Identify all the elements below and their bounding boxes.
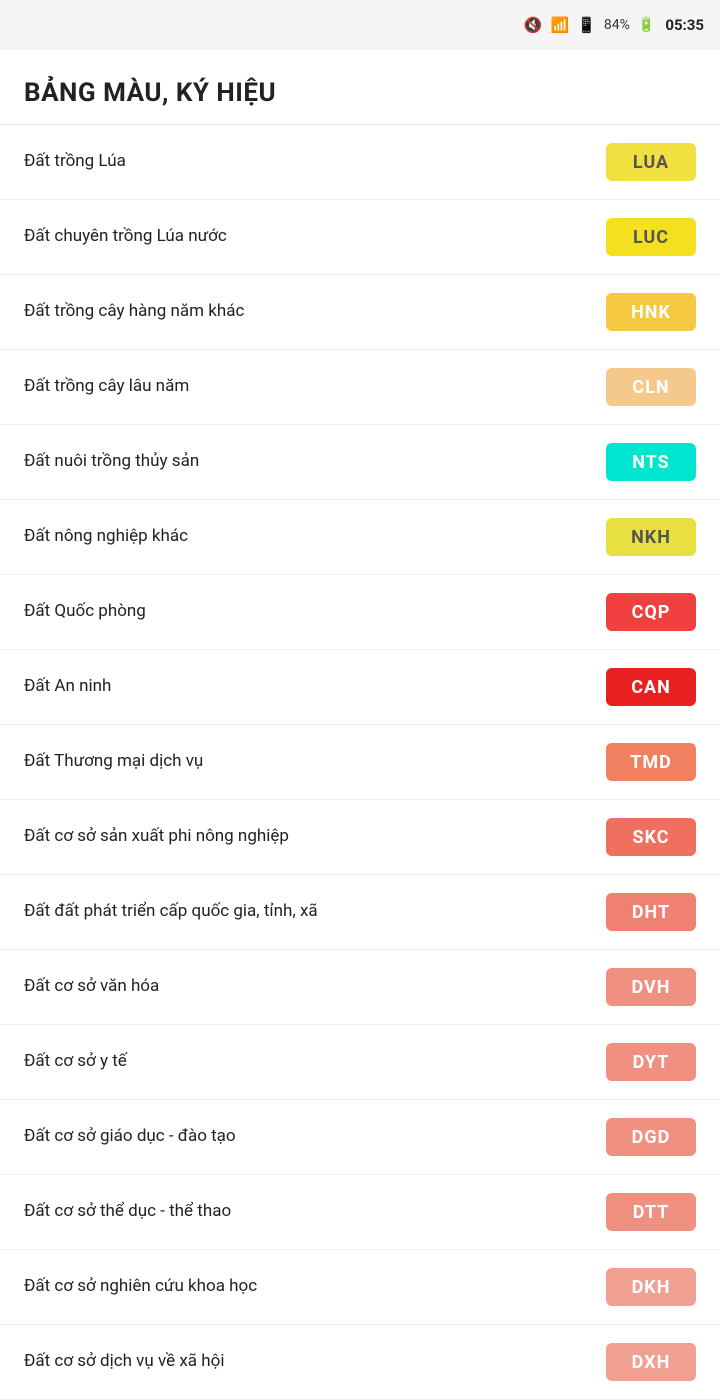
item-badge: DGD — [606, 1118, 696, 1156]
item-label: Đất nông nghiệp khác — [24, 525, 606, 549]
item-label: Đất cơ sở nghiên cứu khoa học — [24, 1275, 606, 1299]
item-badge: DYT — [606, 1043, 696, 1081]
list-item: Đất trồng cây lâu nămCLN — [0, 350, 720, 425]
item-badge: NTS — [606, 443, 696, 481]
list-item: Đất Thương mại dịch vụTMD — [0, 725, 720, 800]
item-badge: TMD — [606, 743, 696, 781]
list-item: Đất trồng LúaLUA — [0, 125, 720, 200]
item-label: Đất Quốc phòng — [24, 600, 606, 624]
signal-icon: 📱 — [577, 16, 596, 34]
list-item: Đất Quốc phòngCQP — [0, 575, 720, 650]
item-badge: DVH — [606, 968, 696, 1006]
list-item: Đất cơ sở dịch vụ về xã hộiDXH — [0, 1325, 720, 1400]
item-badge: DTT — [606, 1193, 696, 1231]
legend-list: Đất trồng LúaLUAĐất chuyên trồng Lúa nướ… — [0, 125, 720, 1400]
item-label: Đất Thương mại dịch vụ — [24, 750, 606, 774]
item-badge: NKH — [606, 518, 696, 556]
item-label: Đất cơ sở giáo dục - đào tạo — [24, 1125, 606, 1149]
list-item: Đất chuyên trồng Lúa nướcLUC — [0, 200, 720, 275]
status-icons: 🔇 📶 📱 84% 🔋 — [524, 16, 656, 34]
mute-icon: 🔇 — [524, 16, 543, 34]
list-item: Đất cơ sở nghiên cứu khoa họcDKH — [0, 1250, 720, 1325]
item-label: Đất cơ sở thể dục - thể thao — [24, 1200, 606, 1224]
list-item: Đất An ninhCAN — [0, 650, 720, 725]
item-badge: DHT — [606, 893, 696, 931]
page-title: BẢNG MÀU, KÝ HIỆU — [24, 78, 696, 108]
item-label: Đất cơ sở văn hóa — [24, 975, 606, 999]
status-time: 05:35 — [665, 16, 704, 34]
list-item: Đất nuôi trồng thủy sảnNTS — [0, 425, 720, 500]
item-label: Đất trồng cây hàng năm khác — [24, 300, 606, 324]
item-label: Đất đất phát triển cấp quốc gia, tỉnh, x… — [24, 900, 606, 924]
item-label: Đất trồng Lúa — [24, 150, 606, 174]
item-badge: CLN — [606, 368, 696, 406]
list-item: Đất cơ sở thể dục - thể thaoDTT — [0, 1175, 720, 1250]
wifi-icon: 📶 — [551, 16, 570, 34]
item-badge: DKH — [606, 1268, 696, 1306]
status-bar: 🔇 📶 📱 84% 🔋 05:35 — [0, 0, 720, 50]
item-badge: HNK — [606, 293, 696, 331]
item-label: Đất An ninh — [24, 675, 606, 699]
item-label: Đất chuyên trồng Lúa nước — [24, 225, 606, 249]
list-item: Đất cơ sở văn hóaDVH — [0, 950, 720, 1025]
list-item: Đất nông nghiệp khácNKH — [0, 500, 720, 575]
item-badge: CAN — [606, 668, 696, 706]
item-label: Đất trồng cây lâu năm — [24, 375, 606, 399]
item-label: Đất nuôi trồng thủy sản — [24, 450, 606, 474]
item-badge: CQP — [606, 593, 696, 631]
charging-icon: 🔋 — [638, 17, 655, 33]
item-badge: LUA — [606, 143, 696, 181]
battery-percent: 84% — [604, 17, 630, 33]
item-badge: SKC — [606, 818, 696, 856]
item-label: Đất cơ sở sản xuất phi nông nghiệp — [24, 825, 606, 849]
list-item: Đất cơ sở y tếDYT — [0, 1025, 720, 1100]
list-item: Đất trồng cây hàng năm khácHNK — [0, 275, 720, 350]
item-badge: LUC — [606, 218, 696, 256]
item-label: Đất cơ sở dịch vụ về xã hội — [24, 1350, 606, 1374]
list-item: Đất đất phát triển cấp quốc gia, tỉnh, x… — [0, 875, 720, 950]
list-item: Đất cơ sở sản xuất phi nông nghiệpSKC — [0, 800, 720, 875]
item-label: Đất cơ sở y tế — [24, 1050, 606, 1074]
item-badge: DXH — [606, 1343, 696, 1381]
list-item: Đất cơ sở giáo dục - đào tạoDGD — [0, 1100, 720, 1175]
page-header: BẢNG MÀU, KÝ HIỆU — [0, 50, 720, 125]
